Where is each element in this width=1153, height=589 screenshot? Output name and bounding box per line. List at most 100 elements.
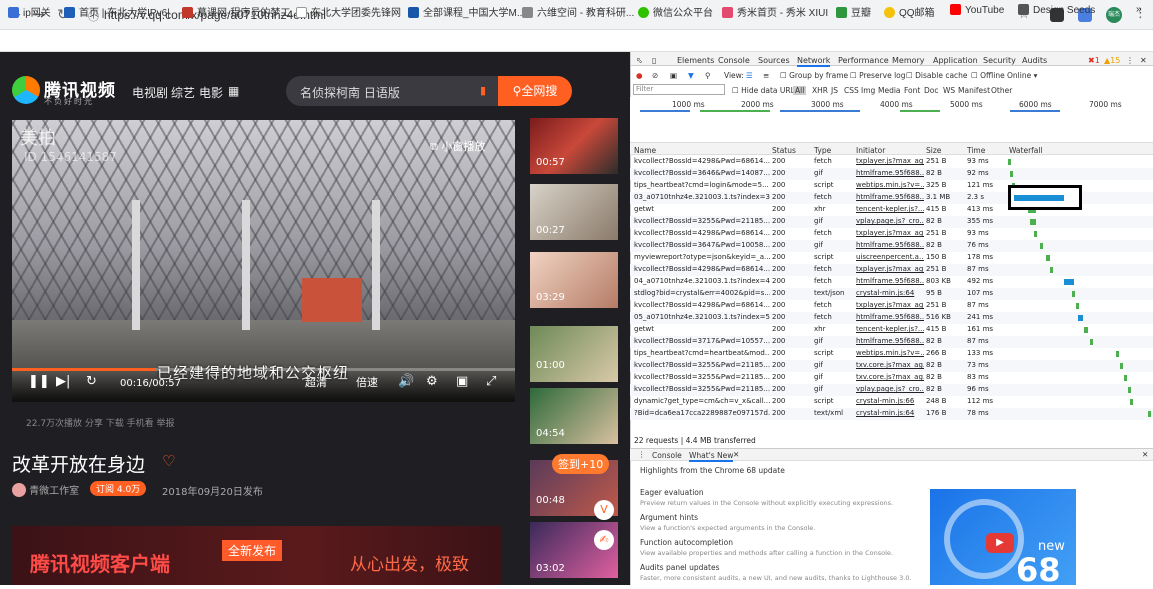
bookmark-tuanwei[interactable]: 东北大学团委先锋网 <box>296 4 401 19</box>
nav-movie[interactable]: 电影 <box>199 84 223 101</box>
vip-icon[interactable]: V <box>594 500 614 520</box>
drawer-menu-icon[interactable]: ⋮ <box>638 450 646 459</box>
loop-icon[interactable]: ↻ <box>86 374 97 389</box>
bookmark-neu[interactable]: 首页 | 东北大学IPv6| <box>64 4 170 19</box>
devtools-menu-icon[interactable]: ⋮ <box>1126 56 1134 65</box>
type-js[interactable]: JS <box>831 86 838 95</box>
inspect-icon[interactable]: ⬁ <box>636 56 643 65</box>
chrome68-video[interactable]: ▶ new 68 <box>930 489 1076 589</box>
throttling-select[interactable]: Online ▾ <box>1007 71 1037 80</box>
devtools-close-icon[interactable]: ✕ <box>1140 56 1147 65</box>
table-row[interactable]: kvcollect?BossId=3647&Pwd=10058... 200 gif… <box>630 240 1153 252</box>
mini-player-button[interactable]: ⧉ 小窗播放 <box>430 138 485 154</box>
search-text[interactable]: 名侦探柯南 日语版 <box>300 84 400 101</box>
search-button[interactable]: ⚲全网搜 <box>498 76 572 106</box>
bookmark-mooc[interactable]: 全部课程_中国大学M... <box>408 4 525 19</box>
whatsnew-item-title[interactable]: Audits panel updates <box>640 563 720 572</box>
clear-icon[interactable]: ⊘ <box>652 71 658 80</box>
col-type[interactable]: Type <box>814 146 831 155</box>
bookmark-qqmail[interactable]: QQ邮箱 <box>884 4 935 19</box>
pause-icon[interactable]: ❚❚ <box>28 374 50 389</box>
table-row[interactable]: kvcollect?BossId=4298&Pwd=68614... 200 fet… <box>630 156 1153 168</box>
tab-network[interactable]: Network <box>797 56 831 67</box>
drawer-tab-whatsnew[interactable]: What's New <box>689 451 734 462</box>
col-size[interactable]: Size <box>926 146 941 155</box>
col-status[interactable]: Status <box>772 146 796 155</box>
table-row[interactable]: kvcollect?BossId=3255&Pwd=21185... 200 gif… <box>630 384 1153 396</box>
video-meta[interactable]: 22.7万次播放 分享 下载 手机看 举报 <box>26 416 174 429</box>
col-initiator[interactable]: Initiator <box>856 146 885 155</box>
whatsnew-item-title[interactable]: Argument hints <box>640 513 698 522</box>
table-row[interactable]: dynamic?get_type=cm&ch=v_x&call... 200 scr… <box>630 396 1153 408</box>
table-row[interactable]: tips_heartbeat?cmd=heartbeat&mod... 200 sc… <box>630 348 1153 360</box>
type-other[interactable]: Other <box>991 86 1012 95</box>
type-font[interactable]: Font <box>904 86 920 95</box>
drawer-tab-console[interactable]: Console <box>652 451 682 460</box>
col-time[interactable]: Time <box>967 146 985 155</box>
type-manifest[interactable]: Manifest <box>958 86 990 95</box>
bookmark-ip[interactable]: ip网关 <box>8 4 51 19</box>
feedback-icon[interactable]: ✍ <box>594 530 614 550</box>
uploader-name[interactable]: 青微工作室 <box>29 486 79 497</box>
tencent-video-logo[interactable] <box>12 76 40 104</box>
bookmark-youtube[interactable]: YouTube <box>950 4 1004 16</box>
filter-icon[interactable]: ▼ <box>688 71 694 80</box>
col-waterfall[interactable]: Waterfall <box>1009 146 1043 155</box>
tab-application[interactable]: Application <box>933 56 978 65</box>
type-all[interactable]: All <box>793 86 807 95</box>
preserve-log[interactable]: ☐ Preserve log <box>850 71 906 80</box>
bookmark-wechat[interactable]: 微信公众平台 <box>638 4 713 19</box>
table-row[interactable]: kvcollect?BossId=3255&Pwd=21185... 200 gif… <box>630 372 1153 384</box>
bookmark-6v[interactable]: 六维空间 - 教育科研... <box>522 4 634 19</box>
type-media[interactable]: Media <box>878 86 901 95</box>
checkin-button[interactable]: 签到+10 <box>552 454 610 474</box>
nav-variety[interactable]: 综艺 <box>171 84 195 101</box>
type-doc[interactable]: Doc <box>924 86 939 95</box>
related-thumb[interactable] <box>530 326 618 382</box>
tab-memory[interactable]: Memory <box>892 56 925 65</box>
list-view-icon[interactable]: ☰ <box>746 71 753 80</box>
disable-cache[interactable]: ☐ Disable cache <box>906 71 968 80</box>
table-row[interactable]: 04_a0710tnhz4e.321003.1.ts?index=4... 200… <box>630 276 1153 288</box>
quality-button[interactable]: 超清 <box>305 374 327 390</box>
tab-performance[interactable]: Performance <box>838 56 889 65</box>
offline-toggle[interactable]: ☐ Offline <box>971 71 1005 80</box>
tab-sources[interactable]: Sources <box>758 56 790 65</box>
tab-elements[interactable]: Elements <box>677 56 714 65</box>
waterfall-view-icon[interactable]: ≡ <box>763 71 769 80</box>
bookmark-xiumi[interactable]: 秀米首页 - 秀米 XIUI <box>722 4 828 19</box>
table-row[interactable]: kvcollect?BossId=3717&Pwd=10557... 200 gif… <box>630 336 1153 348</box>
table-row[interactable]: kvcollect?BossId=3255&Pwd=21185... 200 gif… <box>630 360 1153 372</box>
group-by-frame[interactable]: ☐ Group by frame <box>780 71 848 80</box>
nav-tv[interactable]: 电视剧 <box>132 84 168 101</box>
table-row[interactable]: 05_a0710tnhz4e.321003.1.ts?index=5... 200… <box>630 312 1153 324</box>
record-icon[interactable]: ● <box>636 71 643 80</box>
volume-icon[interactable]: 🔊 <box>398 374 414 389</box>
table-row[interactable]: getwt 200 xhr tencent-kepler.js?... 415 B 161… <box>630 324 1153 336</box>
next-icon[interactable]: ▶| <box>56 374 70 389</box>
bookmark-imooc[interactable]: 慕课网-程序员的梦工... <box>182 4 299 19</box>
type-img[interactable]: Img <box>861 86 875 95</box>
table-row[interactable]: ?Bid=dca6ea17cca2289887e097157d... 200 tex… <box>630 408 1153 420</box>
table-row[interactable]: kvcollect?BossId=3646&Pwd=14087... 200 gif… <box>630 168 1153 180</box>
whatsnew-item-title[interactable]: Eager evaluation <box>640 488 704 497</box>
table-row[interactable]: kvcollect?BossId=3255&Pwd=21185... 200 gif… <box>630 216 1153 228</box>
favorite-icon[interactable]: ♡ <box>162 452 175 470</box>
type-ws[interactable]: WS <box>943 86 955 95</box>
settings-icon[interactable]: ⚙ <box>426 374 438 389</box>
type-css[interactable]: CSS <box>844 86 859 95</box>
tab-console[interactable]: Console <box>718 56 750 65</box>
table-row[interactable]: kvcollect?BossId=4298&Pwd=68614... 200 fet… <box>630 228 1153 240</box>
table-row[interactable]: myviewreport?otype=json&keyid=_a... 200 sc… <box>630 252 1153 264</box>
profile-avatar[interactable]: 瑞杰 <box>1106 7 1122 23</box>
bookmark-douban[interactable]: 豆瓣 <box>836 4 871 19</box>
tab-audits[interactable]: Audits <box>1022 56 1047 65</box>
hide-data-urls[interactable]: ☐ Hide data URLs <box>732 86 799 95</box>
device-icon[interactable]: ▯ <box>652 56 656 65</box>
table-row[interactable]: kvcollect?BossId=4298&Pwd=68614... 200 fet… <box>630 300 1153 312</box>
bookmark-designseeds[interactable]: Design Seeds <box>1018 4 1095 16</box>
play-icon[interactable]: ▶ <box>986 533 1014 553</box>
type-xhr[interactable]: XHR <box>812 86 828 95</box>
bookmarks-overflow-icon[interactable]: » <box>1136 4 1142 15</box>
table-row[interactable]: stdlog?bid=crystal&err=4002&pid=s... 200 t… <box>630 288 1153 300</box>
